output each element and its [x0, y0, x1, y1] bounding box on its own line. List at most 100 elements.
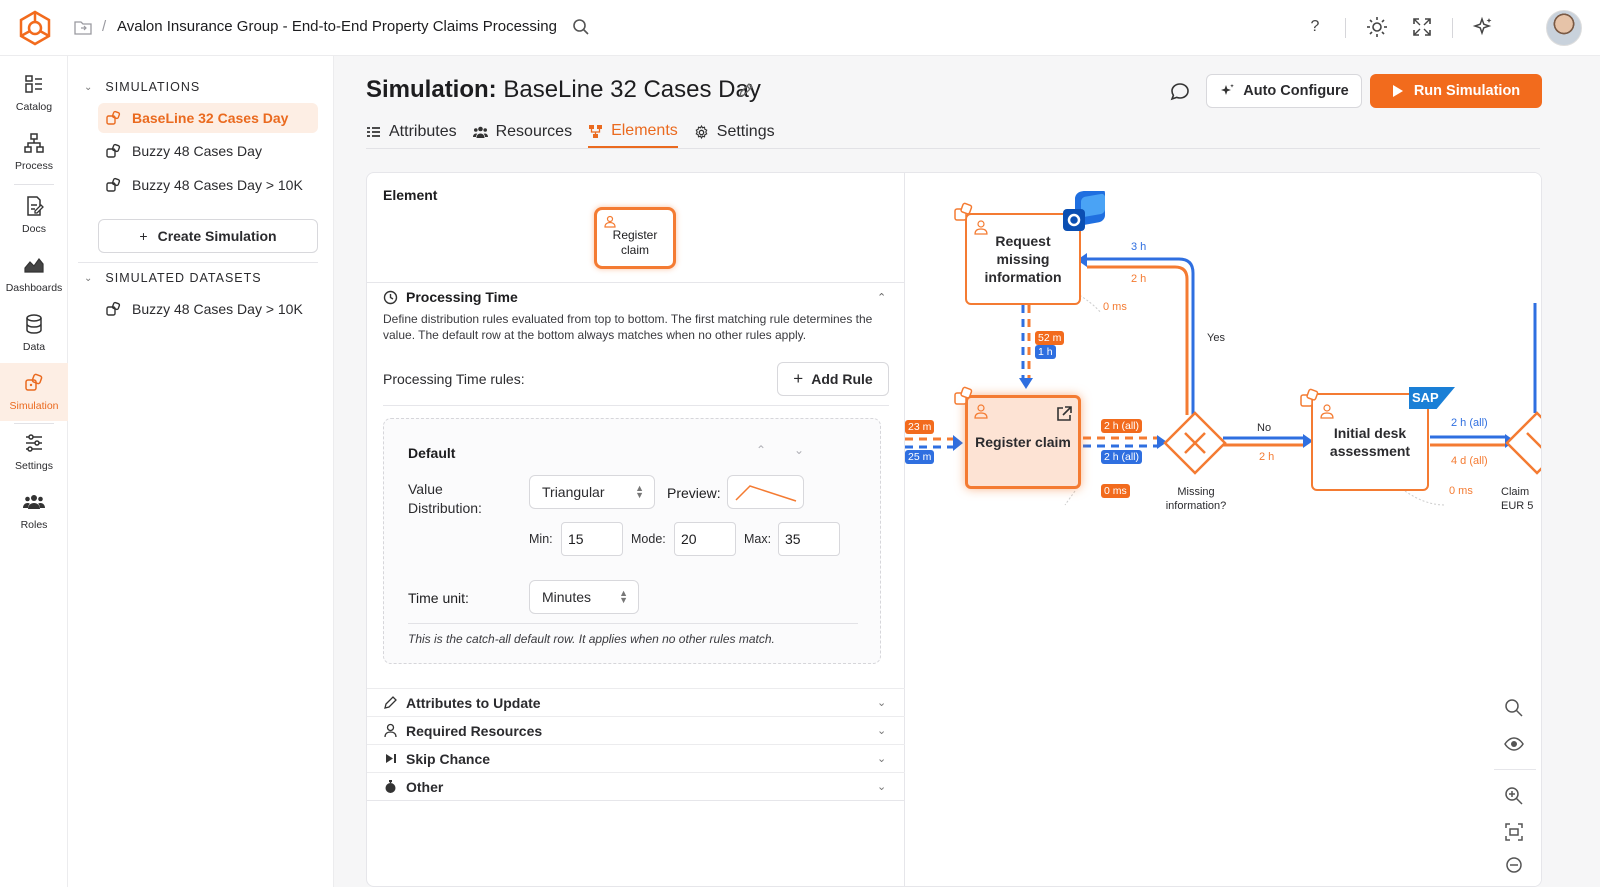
simulation-icon [25, 373, 43, 391]
nav-divider [14, 184, 54, 185]
nav-settings[interactable]: Settings [0, 423, 68, 481]
mode-input[interactable]: 20 [674, 522, 736, 556]
max-label: Max: [744, 532, 772, 546]
time-label: 0 ms [1103, 301, 1127, 313]
process-diagram[interactable]: Request missing information Register cla… [905, 173, 1541, 886]
time-unit-label: Time unit: [408, 590, 469, 606]
max-input[interactable]: 35 [778, 522, 840, 556]
search-icon[interactable] [572, 18, 590, 36]
zoom-in-icon[interactable] [1504, 786, 1524, 806]
folder-icon[interactable] [74, 19, 92, 35]
eye-icon[interactable] [1504, 734, 1524, 754]
tab-resources[interactable]: Resources [472, 116, 573, 148]
time-badge: 52 m [1035, 331, 1065, 345]
processing-time-header[interactable]: Processing Time [383, 289, 518, 305]
time-unit-select[interactable]: Minutes ▲ ▼ [529, 580, 639, 614]
auto-configure-button[interactable]: Auto Configure [1206, 74, 1362, 108]
simulations-section-header[interactable]: ⌄ SIMULATIONS [84, 80, 200, 94]
search-diagram-icon[interactable] [1504, 698, 1524, 718]
user-task-icon [974, 404, 988, 419]
tab-label: Resources [495, 123, 573, 140]
run-simulation-button[interactable]: Run Simulation [1370, 74, 1542, 108]
default-rule-note: This is the catch-all default row. It ap… [408, 632, 775, 646]
rules-label: Processing Time rules: [383, 371, 525, 387]
min-input[interactable]: 15 [561, 522, 623, 556]
default-rule-box: Default ⌃⌄ Value Distribution: Triangula… [383, 418, 881, 664]
auto-configure-label: Auto Configure [1243, 83, 1349, 99]
page-title: Simulation: BaseLine 32 Cases Day [366, 76, 761, 104]
time-label: 4 d (all) [1451, 455, 1488, 467]
section-label: Other [406, 778, 444, 795]
tabs-divider [366, 148, 1540, 149]
edit-pencil-icon[interactable] [738, 82, 754, 98]
section-label: Skip Chance [406, 750, 491, 767]
people-icon [472, 126, 488, 138]
simulations-panel: ⌄ SIMULATIONS BaseLine 32 Cases Day Buzz… [68, 56, 334, 887]
distribution-value: Triangular [542, 484, 605, 500]
person-icon [384, 723, 397, 738]
tab-elements[interactable]: Elements [588, 116, 678, 148]
nav-simulation[interactable]: Simulation [0, 363, 68, 421]
triangular-preview-icon [735, 485, 797, 502]
time-badge: 2 h (all) [1101, 419, 1143, 433]
simulation-icon [106, 143, 121, 158]
dataset-item[interactable]: Buzzy 48 Cases Day > 10K [98, 294, 318, 324]
chevron-up-icon[interactable]: ⌃ [877, 291, 886, 304]
section-title: SIMULATIONS [105, 80, 201, 94]
simulation-name: BaseLine 32 Cases Day [132, 110, 289, 126]
section-skip-chance[interactable]: Skip Chance ⌄ [367, 744, 905, 772]
add-rule-button[interactable]: + Add Rule [777, 362, 889, 396]
create-simulation-label: Create Simulation [157, 228, 277, 244]
simulation-item-baseline[interactable]: BaseLine 32 Cases Day [98, 103, 318, 133]
fit-view-icon[interactable] [1504, 822, 1524, 842]
datasets-section-header[interactable]: ⌄ SIMULATED DATASETS [84, 271, 262, 285]
theme-sun-icon[interactable] [1366, 16, 1388, 38]
section-title: SIMULATED DATASETS [105, 271, 262, 285]
divider [1452, 18, 1453, 38]
nav-catalog[interactable]: Catalog [0, 64, 68, 122]
app-logo-icon[interactable] [18, 10, 52, 46]
process-icon [24, 133, 44, 153]
section-other[interactable]: Other ⌄ [367, 772, 905, 800]
nav-dashboards[interactable]: Dashboards [0, 245, 68, 303]
external-link-icon[interactable] [1055, 405, 1073, 423]
section-required-resources[interactable]: Required Resources ⌄ [367, 716, 905, 744]
chevron-down-icon: ⌄ [877, 781, 887, 793]
nav-roles[interactable]: Roles [0, 482, 68, 540]
distribution-select[interactable]: Triangular ▲ ▼ [529, 475, 655, 509]
simulation-icon [954, 202, 973, 221]
tab-settings[interactable]: Settings [694, 116, 775, 148]
roles-icon [23, 495, 45, 509]
simulation-item-buzzy-48[interactable]: Buzzy 48 Cases Day [98, 136, 318, 166]
ai-sparkle-icon[interactable] [1472, 16, 1494, 38]
time-label: 0 ms [1449, 485, 1473, 497]
help-icon[interactable]: ? [1304, 16, 1326, 38]
simulation-item-buzzy-48-10k[interactable]: Buzzy 48 Cases Day > 10K [98, 170, 318, 200]
simulation-icon [1300, 388, 1319, 407]
nav-docs[interactable]: Docs [0, 186, 68, 244]
fullscreen-icon[interactable] [1411, 16, 1433, 38]
pencil-icon [384, 696, 397, 709]
create-simulation-button[interactable]: + Create Simulation [98, 219, 318, 253]
skip-icon [386, 754, 396, 763]
simulation-icon [954, 386, 973, 405]
comment-icon[interactable] [1170, 82, 1190, 102]
user-avatar[interactable] [1546, 10, 1582, 46]
tab-attributes[interactable]: Attributes [366, 116, 457, 148]
nav-process[interactable]: Process [0, 123, 68, 181]
tab-label: Elements [611, 122, 678, 139]
node-label: Initial desk assessment [1329, 425, 1411, 459]
node-label: Register claim [975, 434, 1071, 450]
edge-label-no: No [1257, 422, 1272, 434]
divider [383, 405, 889, 406]
nav-label: Simulation [9, 400, 59, 412]
gear-icon [695, 124, 708, 139]
zoom-out-icon[interactable] [1504, 855, 1524, 875]
nav-data[interactable]: Data [0, 304, 68, 362]
section-attributes-to-update[interactable]: Attributes to Update ⌄ [367, 688, 905, 716]
selected-element-node[interactable]: Register claim [594, 207, 676, 269]
select-updown-icon: ▲ ▼ [635, 483, 644, 500]
dataset-name: Buzzy 48 Cases Day > 10K [132, 301, 303, 317]
process-title[interactable]: Avalon Insurance Group - End-to-End Prop… [117, 18, 557, 35]
reorder-arrows[interactable]: ⌃⌄ [756, 443, 832, 457]
